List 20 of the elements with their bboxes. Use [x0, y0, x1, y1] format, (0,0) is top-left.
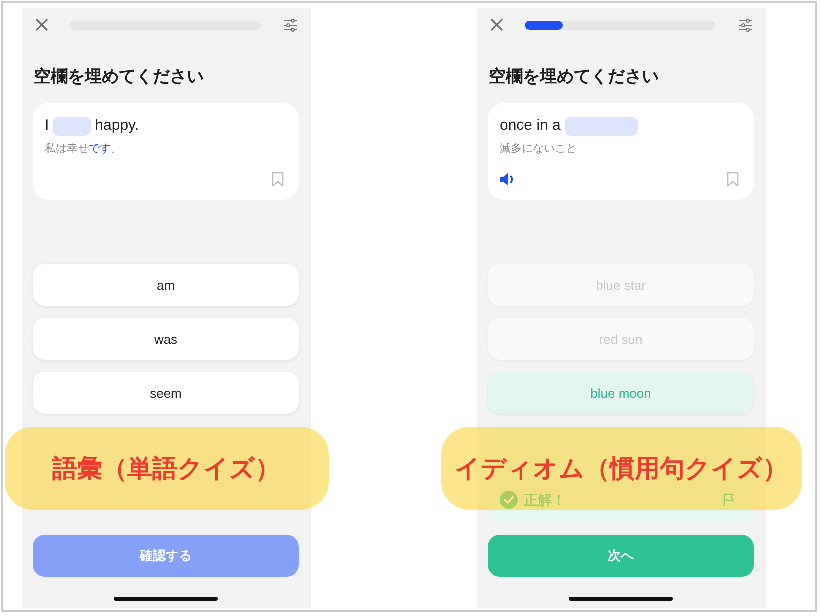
sentence-text: happy. — [95, 116, 140, 136]
screen-title: 空欄を埋めてください — [488, 66, 659, 88]
close-icon[interactable] — [36, 19, 48, 31]
sliders-icon[interactable] — [739, 18, 753, 32]
answer-option[interactable]: am — [33, 264, 299, 306]
sliders-icon[interactable] — [284, 18, 298, 32]
feedback-text: 正解！ — [524, 491, 566, 509]
sentence-text: I — [45, 116, 50, 136]
close-icon[interactable] — [491, 19, 503, 31]
translation-text: 滅多にないこと — [500, 142, 577, 157]
screen-title: 空欄を埋めてください — [33, 66, 204, 88]
sentence-text: once in a — [500, 116, 561, 136]
answer-option[interactable]: seem — [33, 372, 299, 414]
translation-text: 私は幸せです。 — [45, 142, 122, 157]
check-circle-icon — [500, 491, 518, 509]
next-button[interactable]: 次へ — [488, 535, 754, 577]
answer-option[interactable]: was — [33, 318, 299, 360]
caption-text: イディオム（慣用句クイズ） — [455, 454, 788, 484]
answer-blank — [53, 116, 92, 136]
caption-text: 語彙（単語クイズ） — [52, 454, 280, 484]
